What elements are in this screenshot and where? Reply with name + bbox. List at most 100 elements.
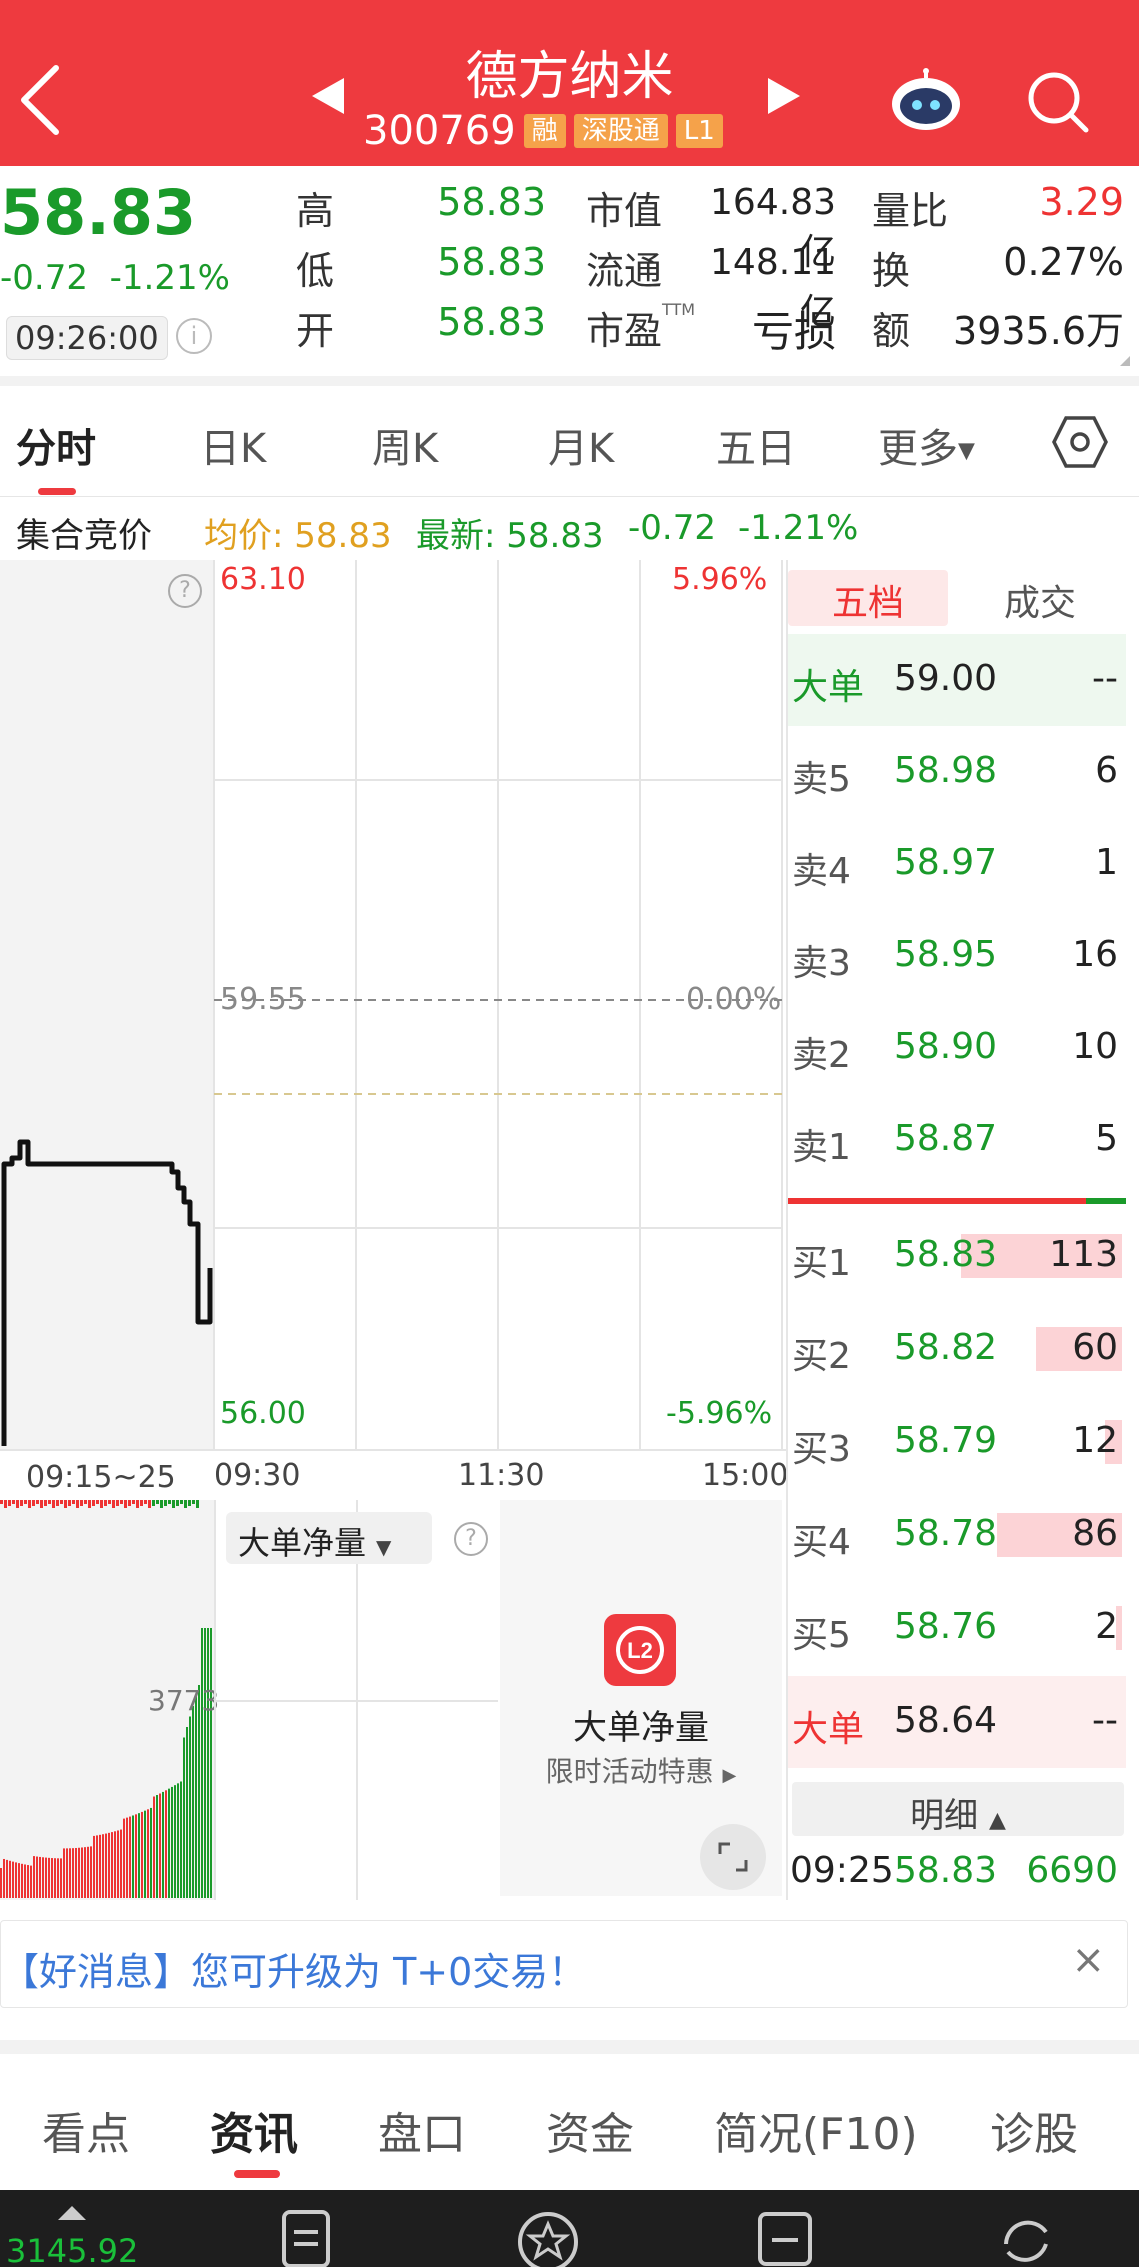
x-axis-open-time: 09:30 xyxy=(214,1458,301,1493)
volume-bar xyxy=(93,1835,95,1898)
quote-panel: 58.83 -0.72 -1.21% 09:26:00 i 高 58.83 低 … xyxy=(0,166,1139,376)
volume-bar xyxy=(156,1795,158,1898)
bid-row[interactable]: 买4 58.78 86 xyxy=(786,1489,1126,1581)
bid-label: 买1 xyxy=(792,1243,851,1284)
header-bar: 德方纳米 300769 融 深股通 L1 xyxy=(0,0,1139,166)
x-axis-auction-time: 09:15~25 xyxy=(26,1460,176,1495)
tab-order-book[interactable]: 盘口 xyxy=(378,2098,466,2162)
ask-volume: 6 xyxy=(1095,750,1118,791)
dropdown-triangle-icon: ▼ xyxy=(958,438,975,464)
volume-bar xyxy=(210,1628,212,1898)
intraday-chart-area[interactable]: ? 63.10 5.96% 59.55 0.00% 56.00 -5.96% 0… xyxy=(0,560,788,1900)
fullscreen-icon[interactable] xyxy=(700,1824,766,1890)
volume-bar xyxy=(21,1863,23,1898)
robot-assistant-icon[interactable] xyxy=(888,68,964,132)
ask-strength-bar xyxy=(1086,1198,1126,1204)
arrow-right-icon: ▶ xyxy=(722,1765,737,1786)
big-buy-row: 大单 58.64 -- xyxy=(786,1676,1126,1768)
big-sell-label: 大单 xyxy=(792,667,865,708)
next-stock-arrow-icon[interactable] xyxy=(768,78,800,114)
ask-label: 卖3 xyxy=(792,943,851,984)
volume-bar xyxy=(84,1847,86,1898)
ask-price: 58.98 xyxy=(894,750,998,791)
volume-bar xyxy=(15,1862,17,1898)
tab-daily-k[interactable]: 日K xyxy=(200,416,266,474)
tab-weekly-k[interactable]: 周K xyxy=(372,416,438,474)
volume-bar xyxy=(39,1856,41,1898)
bid-price: 58.79 xyxy=(894,1420,998,1461)
volume-bar xyxy=(48,1857,50,1898)
favorite-star-icon[interactable] xyxy=(516,2208,580,2267)
pe-label-text: 市盈 xyxy=(586,309,663,353)
volume-bar xyxy=(0,1868,2,1898)
margin-tag: 融 xyxy=(523,114,566,148)
prev-stock-arrow-icon[interactable] xyxy=(312,78,344,114)
bid-row[interactable]: 买2 58.82 60 xyxy=(786,1303,1126,1395)
price-change: -0.72 -1.21% xyxy=(0,258,230,298)
tab-profile-f10[interactable]: 简况(F10) xyxy=(714,2098,918,2162)
volume-bar-top xyxy=(0,1500,3,1504)
big-sell-price: 59.00 xyxy=(894,658,998,699)
y-axis-mid-pct: 0.00% xyxy=(686,982,782,1017)
active-tab-indicator xyxy=(234,2170,280,2178)
ask-row[interactable]: 卖3 58.95 16 xyxy=(786,910,1126,1002)
help-icon[interactable]: ? xyxy=(454,1522,488,1556)
volume-bar-top xyxy=(56,1500,59,1506)
tab-highlights[interactable]: 看点 xyxy=(42,2098,130,2162)
tab-five-day[interactable]: 五日 xyxy=(716,416,796,474)
ask-label: 卖1 xyxy=(792,1127,851,1168)
tab-divider xyxy=(0,496,1139,497)
ask-row[interactable]: 卖1 58.87 5 xyxy=(786,1094,1126,1186)
volume-bar xyxy=(24,1864,26,1898)
high-label: 高 xyxy=(296,189,335,233)
quote-time: 09:26:00 xyxy=(6,316,168,360)
bid-row[interactable]: 买1 58.83 113 xyxy=(786,1210,1126,1302)
big-sell-volume: -- xyxy=(1092,658,1118,699)
volume-bar-top xyxy=(48,1500,51,1504)
ask-price: 58.87 xyxy=(894,1118,998,1159)
promo-banner[interactable]: 【好消息】您可升级为 T+0交易！ × xyxy=(0,1920,1128,2008)
promo-subtitle[interactable]: 限时活动特惠 ▶ xyxy=(500,1750,782,1790)
volume-bar xyxy=(114,1831,116,1898)
index-value[interactable]: 3145.92 xyxy=(6,2232,138,2267)
tab-capital[interactable]: 资金 xyxy=(546,2098,634,2162)
volume-bar xyxy=(180,1781,182,1898)
search-icon[interactable] xyxy=(1024,68,1090,134)
ask-row[interactable]: 卖2 58.90 10 xyxy=(786,1002,1126,1094)
volume-bar xyxy=(6,1859,8,1898)
y-axis-top-price: 63.10 xyxy=(220,562,306,597)
volume-bar xyxy=(27,1865,29,1898)
bid-volume: 60 xyxy=(1072,1327,1118,1368)
indicator-select[interactable]: 大单净量 ▼ xyxy=(226,1512,432,1564)
volume-bar xyxy=(9,1860,11,1898)
detail-toggle[interactable]: 明细 ▲ xyxy=(792,1782,1124,1836)
close-icon[interactable]: × xyxy=(1071,1937,1105,1983)
tab-monthly-k[interactable]: 月K xyxy=(548,416,614,474)
expand-corner-icon[interactable] xyxy=(1120,356,1130,366)
ask-row[interactable]: 卖4 58.97 1 xyxy=(786,818,1126,910)
tab-diagnosis[interactable]: 诊股 xyxy=(990,2098,1078,2162)
refresh-icon[interactable] xyxy=(996,2208,1056,2267)
bid-row[interactable]: 买5 58.76 2 xyxy=(786,1582,1126,1674)
chevron-up-icon: ▲ xyxy=(988,1808,1006,1833)
volume-bar xyxy=(81,1847,83,1898)
turnover-label: 换 xyxy=(872,249,911,293)
ask-row[interactable]: 卖5 58.98 6 xyxy=(786,726,1126,818)
tab-more[interactable]: 更多▼ xyxy=(878,416,975,474)
volume-bar-top xyxy=(80,1500,83,1506)
change-value: -0.72 xyxy=(0,258,88,298)
tab-news[interactable]: 资讯 xyxy=(210,2098,298,2162)
tab-intraday[interactable]: 分时 xyxy=(16,416,96,474)
minus-box-icon[interactable] xyxy=(756,2208,814,2267)
document-icon[interactable] xyxy=(278,2208,334,2267)
chart-settings-icon[interactable] xyxy=(1052,414,1108,470)
info-icon[interactable]: i xyxy=(176,318,212,354)
volume-bar xyxy=(150,1807,152,1898)
stock-name-title: 德方纳米 xyxy=(465,47,674,107)
volume-bar-top xyxy=(188,1500,191,1506)
bid-row[interactable]: 买3 58.79 12 xyxy=(786,1396,1126,1488)
volume-bar-top xyxy=(72,1500,75,1504)
bid-volume: 86 xyxy=(1072,1513,1118,1554)
tab-trades[interactable]: 成交 xyxy=(1004,574,1076,626)
active-tab-indicator xyxy=(38,488,76,495)
